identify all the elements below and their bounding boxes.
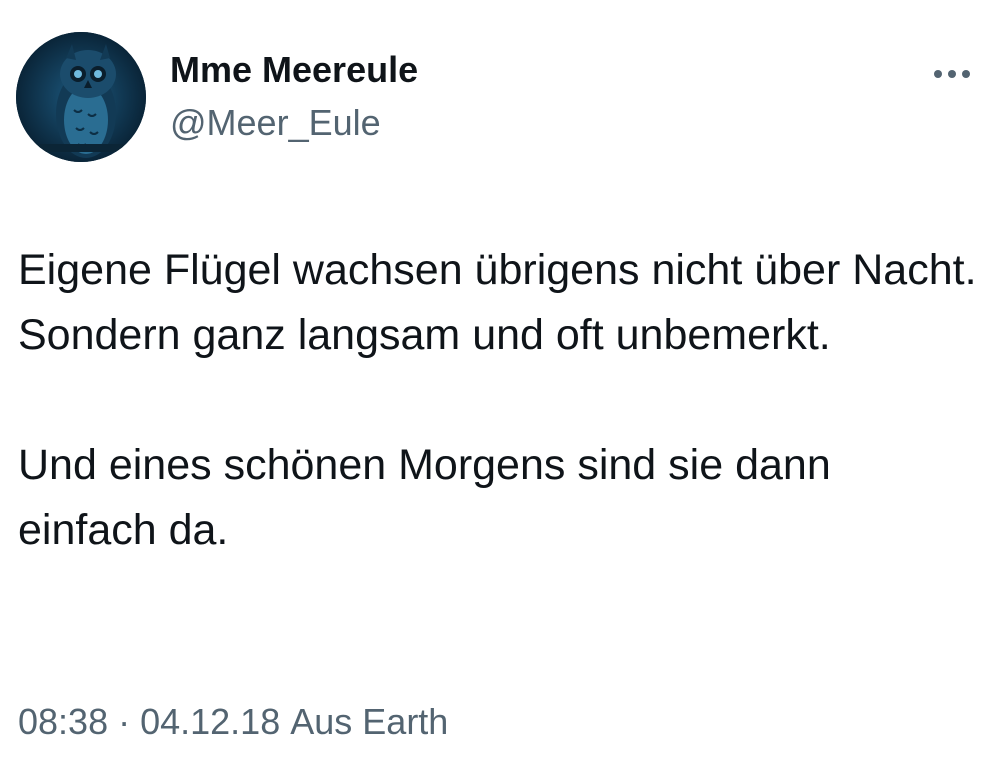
author-display-name[interactable]: Mme Meereule [170, 48, 418, 92]
more-options-icon [934, 70, 970, 78]
tweet-card: Mme Meereule @Meer_Eule Eigene Flügel wa… [0, 0, 1000, 766]
author-handle[interactable]: @Meer_Eule [170, 101, 381, 145]
tweet-date[interactable]: 04.12.18 [140, 697, 280, 747]
more-options-button[interactable] [924, 54, 980, 94]
meta-separator: · [118, 701, 131, 742]
tweet-text: Eigene Flügel wachsen übrigens nicht übe… [18, 238, 978, 563]
author-avatar[interactable] [16, 32, 146, 162]
owl-avatar-icon [16, 32, 146, 162]
tweet-meta: 08:38 · 04.12.18 Aus Earth [18, 697, 448, 747]
tweet-paragraph: Eigene Flügel wachsen übrigens nicht übe… [18, 246, 977, 359]
tweet-time[interactable]: 08:38 [18, 697, 108, 747]
tweet-source: Aus Earth [290, 701, 449, 742]
tweet-paragraph: Und eines schönen Morgens sind sie dann … [18, 441, 831, 554]
